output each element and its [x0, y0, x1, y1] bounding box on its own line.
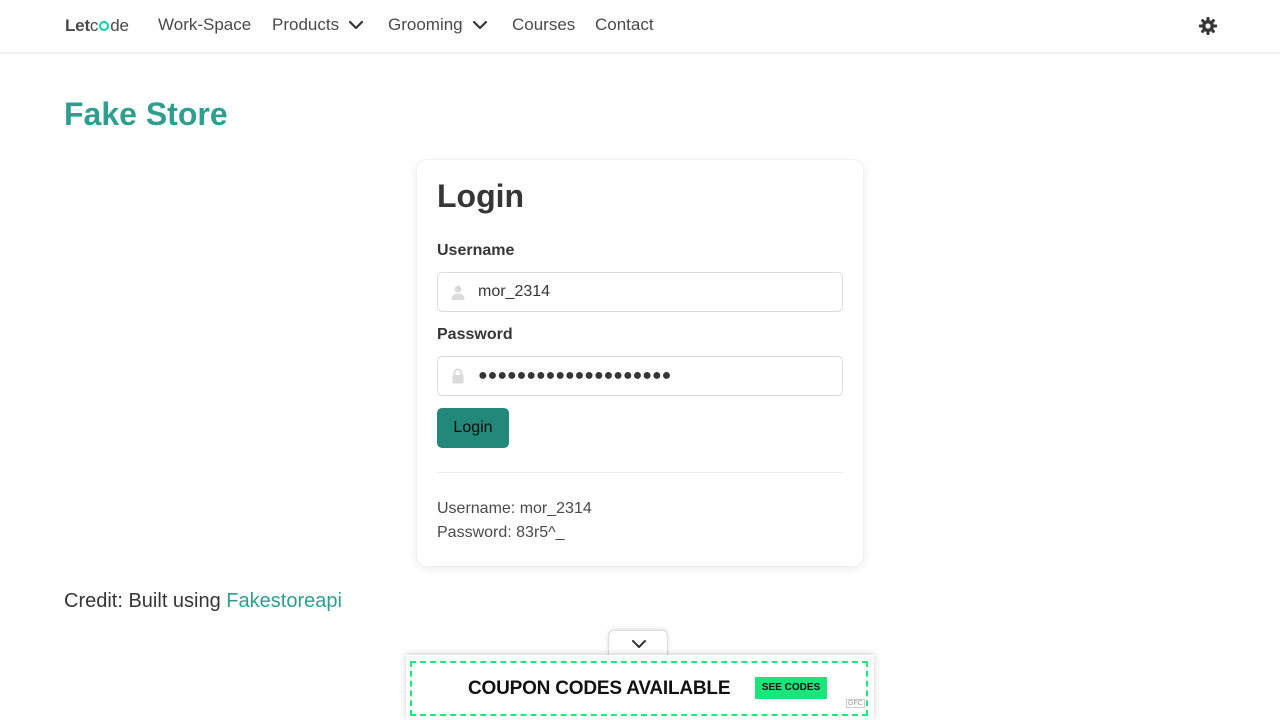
nav-item-workspace[interactable]: Work-Space [158, 15, 251, 35]
brand-c: c [89, 16, 99, 35]
nav-item-courses[interactable]: Courses [512, 15, 575, 35]
username-field-wrapper [437, 272, 843, 312]
ad-badge: GFC [846, 699, 865, 708]
user-icon [451, 285, 465, 300]
username-input[interactable] [478, 273, 838, 311]
nav-item-label: Grooming [388, 15, 463, 34]
password-input[interactable] [478, 357, 838, 395]
nav-item-products[interactable]: Products [272, 15, 365, 35]
ad-see-codes-button[interactable]: SEE CODES [755, 677, 827, 699]
ad-banner[interactable]: COUPON CODES AVAILABLE SEE CODES GFC [406, 655, 874, 720]
login-card: Login Username Password Login Username: … [417, 160, 863, 566]
username-label: Username [437, 242, 515, 259]
chevron-down-icon [348, 20, 364, 30]
page-title: Fake Store [64, 96, 228, 132]
nav-item-label: Products [272, 15, 340, 34]
brand-de: de [110, 16, 129, 35]
brand-logo[interactable]: Letc de [65, 16, 129, 36]
ad-collapse-button[interactable] [608, 630, 668, 658]
top-navbar: Letc de Work-Space Products Grooming Cour… [0, 0, 1280, 53]
hint-username: Username: mor_2314 [437, 500, 592, 517]
nav-item-contact[interactable]: Contact [595, 15, 654, 35]
lock-icon [452, 368, 464, 384]
password-label: Password [437, 326, 513, 343]
ad-headline: COUPON CODES AVAILABLE [468, 678, 731, 699]
fakestoreapi-link[interactable]: Fakestoreapi [226, 590, 342, 612]
divider [437, 472, 843, 473]
login-title: Login [437, 178, 525, 214]
ad-frame: COUPON CODES AVAILABLE SEE CODES GFC [410, 661, 868, 716]
nav-item-grooming[interactable]: Grooming [388, 15, 489, 35]
nav-item-label: Contact [595, 15, 654, 34]
password-field-wrapper [437, 356, 843, 396]
brand-let: Let [65, 16, 90, 35]
gear-icon[interactable] [1198, 16, 1218, 36]
credit-line: Credit: Built using Fakestoreapi [64, 590, 342, 613]
chevron-down-icon [472, 20, 487, 30]
nav-item-label: Work-Space [158, 15, 252, 34]
brand-o-circle [99, 21, 110, 31]
nav-item-label: Courses [512, 15, 576, 34]
login-button[interactable]: Login [437, 408, 509, 448]
hint-password: Password: 83r5^_ [437, 524, 565, 541]
credit-text: Credit: Built using [64, 590, 227, 612]
chevron-down-icon [632, 640, 646, 648]
